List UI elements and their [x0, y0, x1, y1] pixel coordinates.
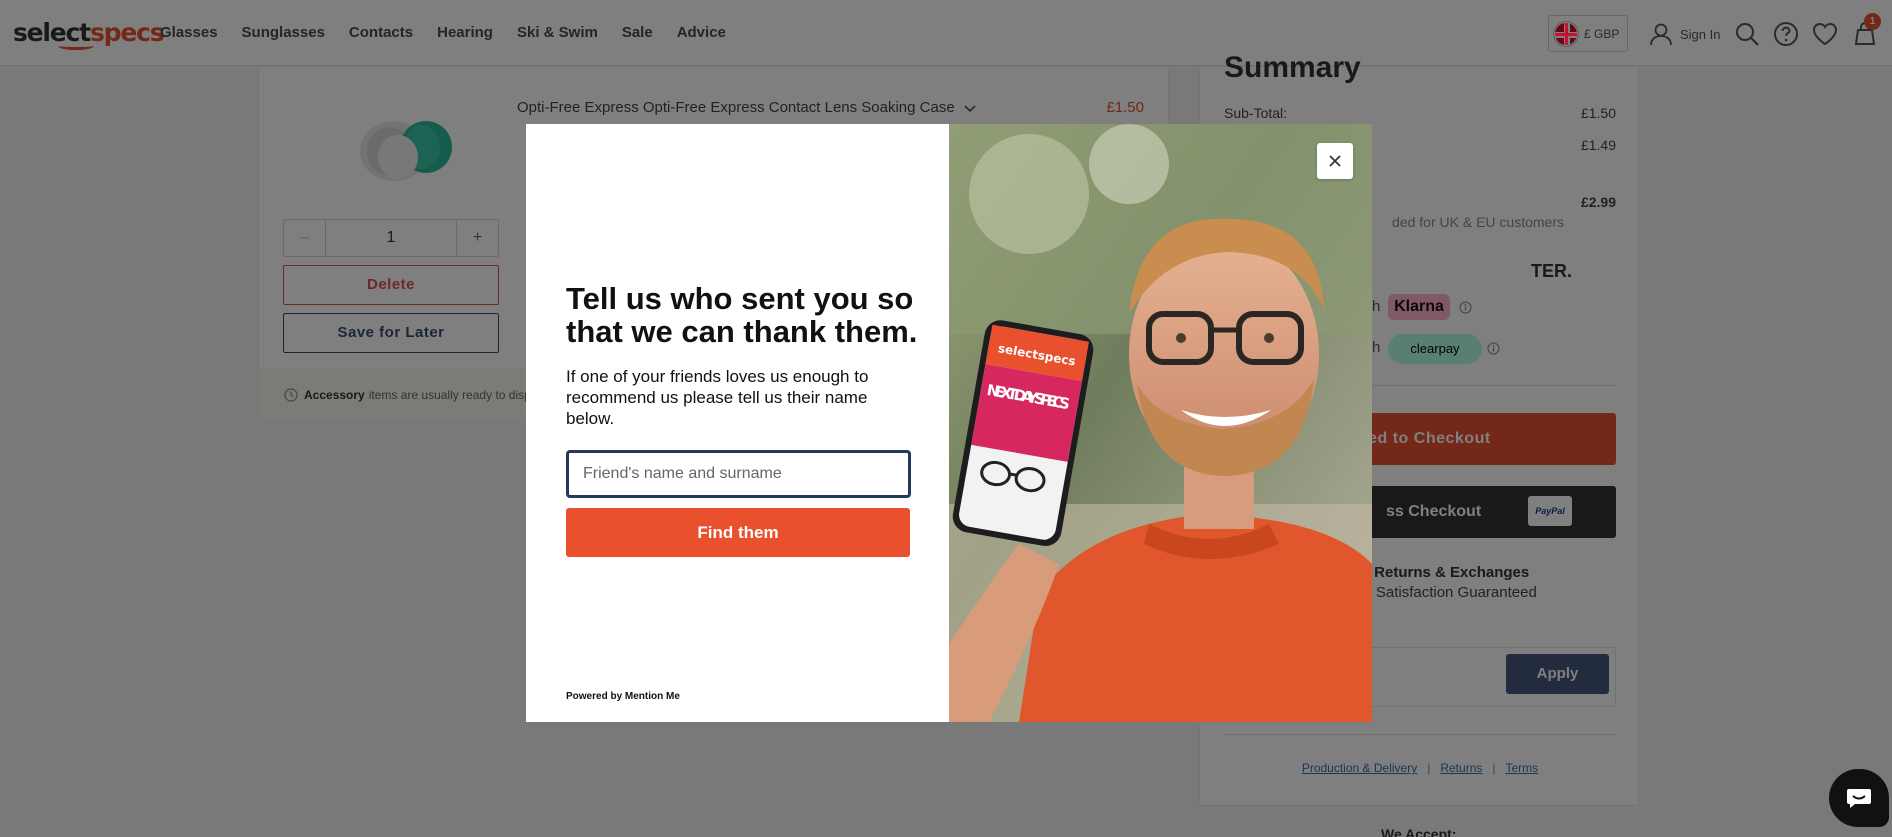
- chat-launcher-button[interactable]: [1829, 769, 1889, 827]
- modal-photo: selectspecs NEXT DAY SPECS: [949, 124, 1372, 722]
- referral-modal: Tell us who sent you so that we can than…: [526, 124, 1372, 722]
- find-them-button[interactable]: Find them: [566, 508, 910, 557]
- man-with-phone-image: selectspecs NEXT DAY SPECS: [949, 124, 1372, 722]
- powered-by-mention-me[interactable]: Powered by Mention Me: [566, 691, 680, 702]
- referral-form-panel: Tell us who sent you so that we can than…: [526, 124, 949, 722]
- close-icon: [1329, 155, 1341, 167]
- modal-heading: Tell us who sent you so that we can than…: [566, 281, 918, 349]
- friend-name-input[interactable]: [566, 450, 911, 498]
- close-modal-button[interactable]: [1317, 143, 1353, 179]
- modal-body-text: If one of your friends loves us enough t…: [566, 367, 869, 428]
- chat-bubble-icon: [1847, 789, 1871, 808]
